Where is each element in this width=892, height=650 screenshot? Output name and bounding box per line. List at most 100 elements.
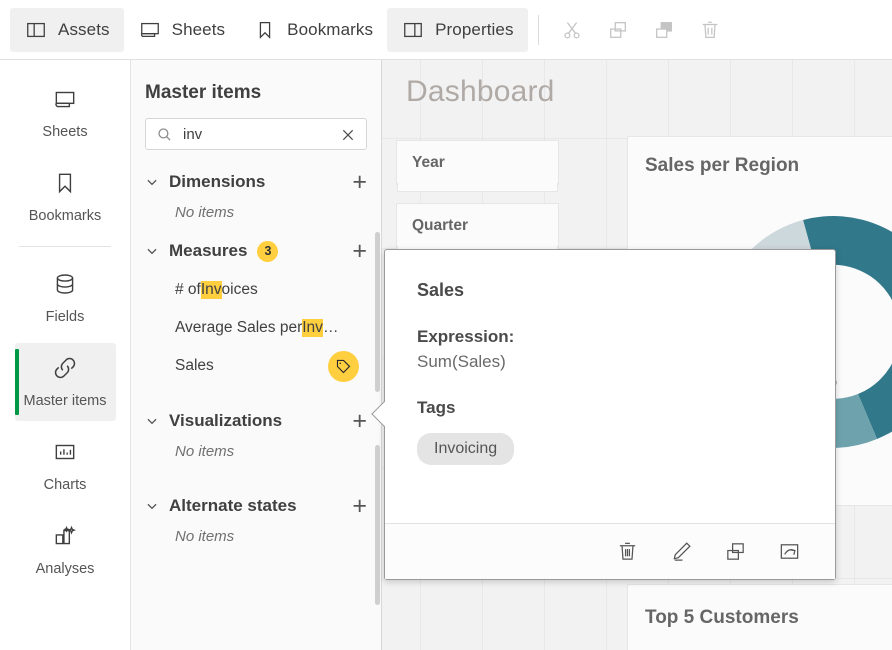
toolbar-button-copy — [595, 8, 641, 52]
filter-pane-quarter[interactable]: Quarter — [396, 203, 559, 248]
filter-pane-year[interactable]: Year — [396, 140, 559, 185]
duplicate-icon[interactable] — [719, 536, 751, 568]
popover-item-name: Sales — [417, 280, 803, 301]
rail-label-fields: Fields — [46, 309, 85, 325]
properties-panel-icon — [401, 18, 425, 42]
list-item[interactable]: # of Invoices — [131, 271, 381, 309]
section-header-visualizations[interactable]: Visualizations + — [131, 401, 381, 441]
popover-body: Sales Expression: Sum(Sales) Tags Invoic… — [385, 250, 835, 523]
master-items-panel: Master items — [131, 60, 382, 650]
delete-icon — [698, 18, 722, 42]
panel-scrollbar[interactable] — [375, 232, 380, 392]
rail-divider — [19, 246, 111, 247]
analyses-icon — [52, 523, 78, 554]
delete-icon[interactable] — [611, 536, 643, 568]
bookmark-icon — [52, 170, 78, 201]
popover-actions — [385, 523, 835, 579]
chevron-down-icon — [143, 499, 161, 513]
filter-pane-quarter-label: Quarter — [412, 217, 468, 235]
popover-tags-list: Invoicing — [417, 433, 803, 465]
rail-item-master-items[interactable]: Master items — [15, 343, 116, 421]
measures-count-badge: 3 — [257, 241, 278, 262]
chart-sales-per-region-title: Sales per Region — [645, 155, 799, 177]
assets-panel-icon — [24, 18, 48, 42]
popover-expression-label: Expression: — [417, 327, 803, 347]
add-visualization-button[interactable]: + — [352, 409, 367, 434]
panel-scrollbar-lower[interactable] — [375, 445, 380, 605]
rail-label-sheets: Sheets — [42, 124, 87, 140]
rail-item-fields[interactable]: Fields — [15, 259, 116, 337]
database-icon — [52, 271, 78, 302]
top-toolbar: Assets Sheets Bookmarks — [0, 0, 892, 60]
chart-top-5-customers-title: Top 5 Customers — [645, 607, 799, 629]
toolbar-button-paste — [641, 8, 687, 52]
popover-tags-label: Tags — [417, 398, 803, 418]
toolbar-label-sheets: Sheets — [172, 20, 226, 40]
section-title-visualizations: Visualizations — [169, 411, 282, 431]
measure-name-pre: Sales — [175, 357, 214, 375]
add-alternate-state-button[interactable]: + — [352, 494, 367, 519]
add-measure-button[interactable]: + — [352, 239, 367, 264]
qlik-sense-editor: Dashboard Year Quarter Sales per Region … — [0, 0, 892, 650]
tag-icon[interactable] — [328, 351, 359, 382]
rail-label-master-items: Master items — [24, 393, 107, 409]
section-header-alternate-states[interactable]: Alternate states + — [131, 486, 381, 526]
rail-item-sheets[interactable]: Sheets — [15, 74, 116, 152]
toolbar-button-assets[interactable]: Assets — [10, 8, 124, 52]
rail-label-bookmarks: Bookmarks — [29, 208, 102, 224]
measure-name-post: oices — [222, 281, 258, 299]
search-icon — [156, 126, 173, 148]
master-item-popover: Sales Expression: Sum(Sales) Tags Invoic… — [384, 249, 836, 580]
rail-item-charts[interactable]: Charts — [15, 427, 116, 505]
list-item-sales[interactable]: Sales — [131, 347, 381, 385]
toolbar-divider — [538, 15, 539, 45]
rail-label-charts: Charts — [44, 477, 87, 493]
panel-title: Master items — [131, 60, 381, 104]
measure-name-match: Inv — [201, 281, 222, 299]
section-title-alternate-states: Alternate states — [169, 496, 297, 516]
left-navigation-rail: Sheets Bookmarks Fields — [0, 60, 131, 650]
chevron-down-icon — [143, 244, 161, 258]
list-item[interactable]: Average Sales per Inv… — [131, 309, 381, 347]
alternate-states-empty-text: No items — [131, 526, 381, 555]
chevron-down-icon — [143, 414, 161, 428]
search-container — [131, 104, 381, 150]
dimensions-empty-text: No items — [131, 202, 381, 231]
section-title-dimensions: Dimensions — [169, 172, 265, 192]
toolbar-button-sheets[interactable]: Sheets — [124, 8, 240, 52]
toolbar-button-cut — [549, 8, 595, 52]
measure-name-match: Inv — [302, 319, 323, 337]
toolbar-button-delete — [687, 8, 733, 52]
cut-icon — [560, 18, 584, 42]
chevron-down-icon — [143, 175, 161, 189]
dashboard-title: Dashboard — [406, 75, 555, 109]
copy-icon — [606, 18, 630, 42]
edit-pencil-icon[interactable] — [665, 536, 697, 568]
rail-label-analyses: Analyses — [36, 561, 95, 577]
section-title-measures: Measures — [169, 241, 247, 261]
paste-icon — [652, 18, 676, 42]
panel-sections: Dimensions + No items Measures 3 + # of … — [131, 150, 381, 555]
search-box[interactable] — [145, 118, 367, 150]
measure-name-pre: # of — [175, 281, 201, 299]
close-icon[interactable] — [338, 125, 358, 145]
tag-chip-invoicing: Invoicing — [417, 433, 514, 465]
bookmark-icon — [253, 18, 277, 42]
chart-top-5-customers[interactable]: Top 5 Customers — [627, 584, 892, 650]
toolbar-button-properties[interactable]: Properties — [387, 8, 527, 52]
link-icon — [52, 355, 78, 386]
visualizations-empty-text: No items — [131, 441, 381, 470]
search-input[interactable] — [146, 119, 366, 149]
sheet-icon — [138, 18, 162, 42]
toolbar-label-assets: Assets — [58, 20, 110, 40]
add-to-sheet-icon[interactable] — [773, 536, 805, 568]
rail-item-bookmarks[interactable]: Bookmarks — [15, 158, 116, 236]
rail-item-analyses[interactable]: Analyses — [15, 511, 116, 589]
toolbar-button-bookmarks[interactable]: Bookmarks — [239, 8, 387, 52]
toolbar-label-properties: Properties — [435, 20, 513, 40]
bar-chart-icon — [52, 439, 78, 470]
section-header-dimensions[interactable]: Dimensions + — [131, 162, 381, 202]
filter-pane-year-label: Year — [412, 154, 445, 172]
section-header-measures[interactable]: Measures 3 + — [131, 231, 381, 271]
add-dimension-button[interactable]: + — [352, 170, 367, 195]
